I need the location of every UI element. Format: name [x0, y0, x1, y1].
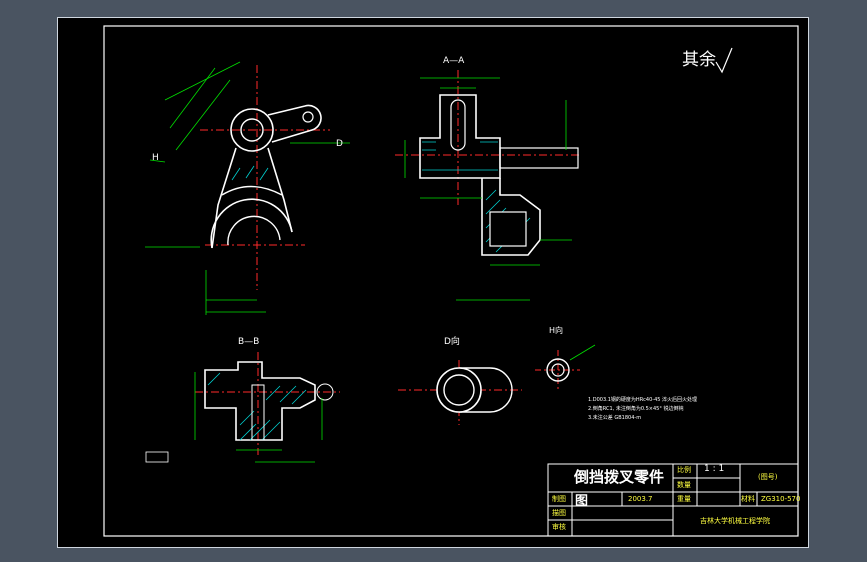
front-fork-body: [211, 147, 293, 249]
h-leader: [569, 344, 596, 361]
drawing-name-2: 图: [575, 494, 589, 509]
tb-school: 吉林大学机械工程学院: [700, 517, 770, 525]
aa-hatching: [422, 141, 498, 171]
tb-ratio-label: 比例: [677, 466, 691, 474]
aa-lower-pocket: [489, 211, 527, 247]
tb-drawn-date: 2003.7: [628, 495, 653, 503]
front-dim-angled-1: [169, 67, 216, 129]
front-hatching: [231, 165, 269, 181]
aa-shaft: [499, 147, 579, 169]
section-bb: B—B: [145, 337, 340, 463]
tb-design-label: 描图: [552, 509, 566, 517]
roughness-note: 其余: [682, 50, 716, 70]
drawing-name: 倒挡拨叉零件: [574, 468, 665, 486]
section-bb-title: B—B: [238, 337, 259, 347]
view-h: H向: [535, 325, 596, 390]
roughness-symbol-icon: [715, 47, 733, 74]
front-fork-web: [221, 185, 283, 196]
front-arm-hole: [302, 111, 314, 123]
view-d: D向: [398, 335, 522, 425]
tech-note-1: 1.D003.1钢的硬度为HRc40-45 淬火后回火处理: [588, 397, 698, 403]
tech-note-2: 2.倒角RC1, 未注倒角为0.5×45° 锐边倒钝: [588, 406, 684, 412]
tb-drawing-no: (图号): [758, 473, 778, 481]
front-label-h: H: [152, 153, 159, 163]
section-aa-title: A—A: [443, 56, 465, 66]
view-h-title: H向: [549, 325, 563, 335]
tb-drawn-label: 制图: [552, 495, 566, 503]
tb-ratio-value: 1 : 1: [704, 464, 725, 474]
tb-material-value: ZG310-570: [761, 495, 801, 503]
front-lever-arm: [267, 104, 322, 143]
section-aa: A—A: [395, 56, 580, 301]
aa-outline: [419, 94, 501, 179]
tb-material-label: 材料: [741, 495, 755, 503]
drawing-border: [103, 25, 799, 537]
bb-hatching: [207, 372, 307, 441]
tb-weight-label: 重量: [677, 495, 691, 503]
cad-viewport: D H A—A B—B D向 H向 其余 1.D003.1钢的硬度为HRc40-…: [0, 0, 867, 562]
front-label-d: D: [336, 139, 343, 149]
bb-tolerance-frame: [145, 451, 169, 463]
bb-outline: [204, 361, 316, 441]
front-fork-arc-outer: [210, 198, 293, 249]
front-fork-arc-inner: [227, 215, 281, 246]
drawing-canvas: D H A—A B—B D向 H向: [103, 25, 799, 537]
view-d-title: D向: [444, 335, 460, 347]
front-view: D H: [145, 61, 350, 315]
tb-check-label: 审核: [552, 523, 566, 531]
tech-note-3: 3.未注公差 GB1804-m: [588, 415, 642, 421]
tb-quantity-label: 数量: [677, 481, 691, 489]
